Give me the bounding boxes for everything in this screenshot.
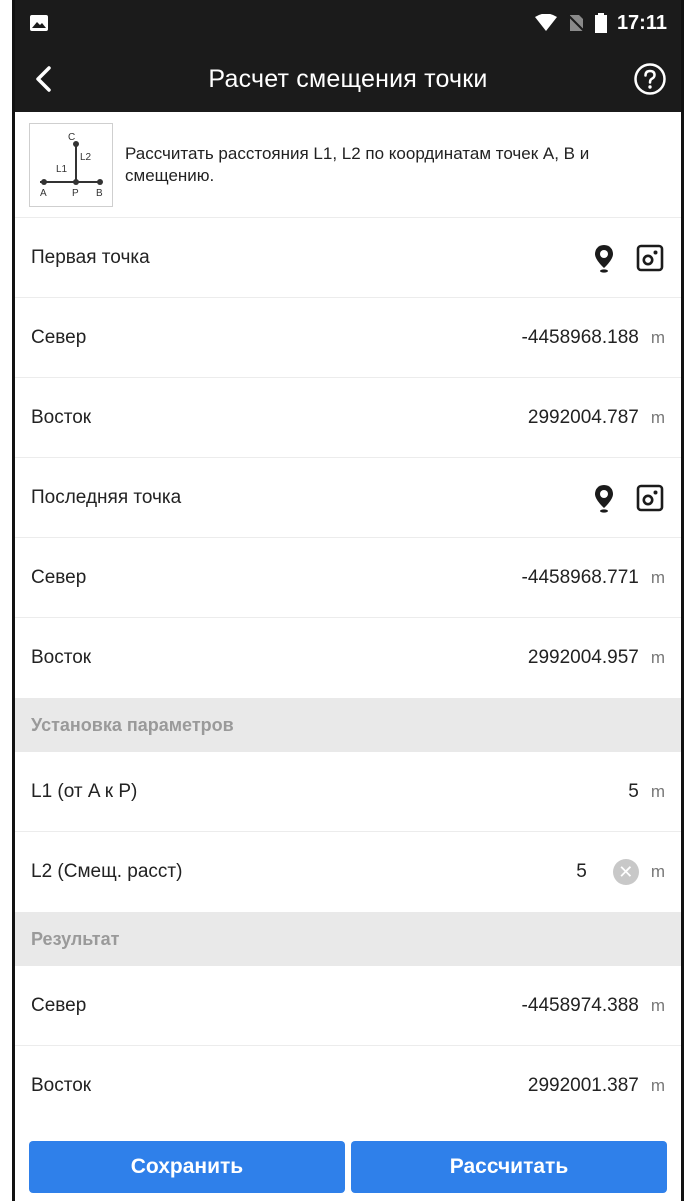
last-point-east-row[interactable]: Восток 2992004.957 m [15, 618, 681, 698]
gallery-notification-icon [30, 15, 48, 31]
result-north-value: -4458974.388 [521, 994, 639, 1016]
diagram-label-c: C [68, 132, 75, 143]
last-point-north-value: -4458968.771 [521, 566, 639, 588]
last-point-east-value: 2992004.957 [527, 647, 639, 668]
east-label: Восток [31, 406, 92, 428]
l1-row[interactable]: L1 (от A к P) 5 m [15, 752, 681, 832]
unit-label: m [650, 781, 665, 801]
parameters-header: Установка параметров [15, 698, 681, 752]
unit-label: m [650, 995, 665, 1015]
page-title: Расчет смещения точки [208, 64, 488, 93]
unit-label: m [650, 407, 665, 427]
result-east-row: Восток 2992001.387 m [15, 1046, 681, 1126]
last-point-header: Последняя точка [15, 458, 681, 538]
north-label: Север [31, 326, 87, 348]
first-point-east-row[interactable]: Восток 2992004.787 m [15, 378, 681, 458]
action-buttons: Сохранить Рассчитать [15, 1141, 681, 1201]
l1-input[interactable]: 5 [628, 781, 639, 803]
select-point-icon[interactable] [635, 482, 665, 514]
app-bar: Расчет смещения точки [15, 46, 681, 112]
save-button[interactable]: Сохранить [29, 1141, 345, 1193]
help-icon[interactable] [633, 62, 667, 96]
unit-label: m [650, 567, 665, 587]
clear-icon[interactable]: ✕ [612, 859, 639, 885]
first-point-header: Первая точка [15, 218, 681, 298]
back-arrow-icon[interactable] [29, 60, 65, 98]
description-panel: C L1 L2 A P B Рассчитать расстояния L1, … [15, 112, 681, 218]
first-point-title: Первая точка [31, 246, 150, 268]
select-point-icon[interactable] [635, 242, 665, 274]
description-text: Рассчитать расстояния L1, L2 по координа… [125, 143, 590, 185]
unit-label: m [650, 648, 665, 667]
status-time: 17:11 [616, 11, 667, 34]
north-label: Север [31, 994, 87, 1016]
diagram-label-p: P [72, 188, 79, 199]
diagram-label-l1: L1 [56, 164, 68, 175]
app-frame: 17:11 Расчет смещения точки C L1 L2 A P … [12, 0, 684, 1201]
calculate-button[interactable]: Рассчитать [351, 1141, 667, 1193]
first-point-east-value: 2992004.787 [527, 406, 639, 428]
wifi-icon [534, 14, 557, 31]
battery-icon [594, 13, 607, 33]
l2-label: L2 (Смещ. расст) [31, 861, 183, 882]
diagram-label-l2: L2 [80, 152, 92, 163]
map-pin-icon[interactable] [589, 482, 619, 514]
l2-input[interactable]: 5 [576, 861, 587, 883]
unit-label: m [650, 1076, 665, 1095]
offset-diagram: C L1 L2 A P B [29, 122, 113, 207]
map-pin-icon[interactable] [589, 242, 619, 274]
diagram-label-a: A [40, 188, 47, 199]
result-north-row: Север -4458974.388 m [15, 966, 681, 1046]
east-label: Восток [31, 1075, 92, 1096]
l2-row[interactable]: L2 (Смещ. расст) 5 ✕ m [15, 832, 681, 912]
result-header: Результат [15, 912, 681, 966]
result-east-value: 2992001.387 [527, 1075, 639, 1096]
no-sim-icon [567, 14, 585, 32]
last-point-title: Последняя точка [31, 486, 182, 508]
last-point-north-row[interactable]: Север -4458968.771 m [15, 538, 681, 618]
l1-label: L1 (от A к P) [31, 780, 138, 802]
first-point-north-row[interactable]: Север -4458968.188 m [15, 298, 681, 378]
diagram-label-b: B [96, 188, 103, 199]
north-label: Север [31, 566, 87, 588]
unit-label: m [650, 862, 665, 881]
unit-label: m [650, 327, 665, 347]
status-bar: 17:11 [15, 0, 681, 46]
first-point-north-value: -4458968.188 [521, 326, 639, 348]
east-label: Восток [31, 647, 92, 668]
